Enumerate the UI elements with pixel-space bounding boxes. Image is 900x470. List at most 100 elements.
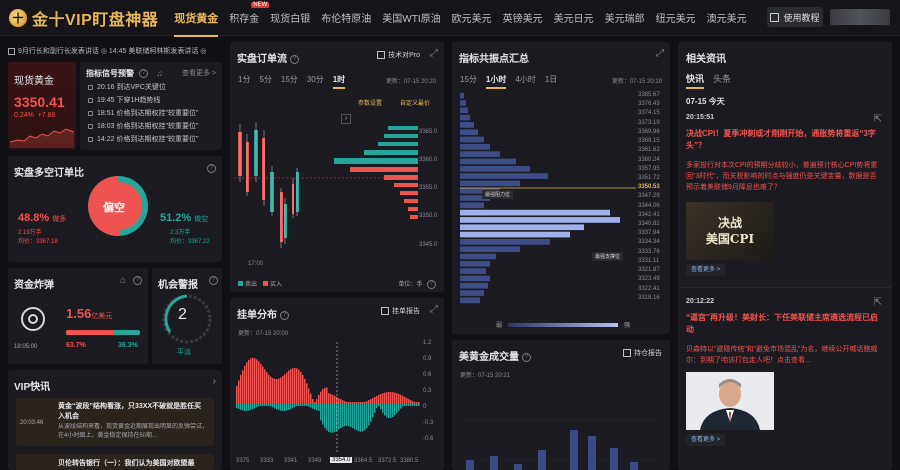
nav-item-spot-gold[interactable]: 现货黄金 <box>174 10 219 37</box>
app-logo[interactable]: 十 金十VIP盯盘神器 <box>9 6 158 30</box>
param-settings-link[interactable]: 参数设置 <box>358 98 382 107</box>
order-dist-bar-down <box>304 404 306 406</box>
help-icon[interactable]: ? <box>133 276 142 285</box>
order-dist-bar-up <box>380 393 382 404</box>
tab-30m[interactable]: 30分 <box>307 74 324 89</box>
nav-item-audusd[interactable]: 澳元美元 <box>707 10 747 25</box>
indicator-resonance-panel: 指标共振点汇总 ⤢ 15分 1小时 4小时 1日 更新：07-15 20:19 … <box>452 42 670 334</box>
signal-row[interactable]: 20:16 到达VPC关键位 <box>88 82 166 92</box>
bell-icon[interactable]: ♫ <box>156 69 162 78</box>
order-dist-bar-up <box>398 393 400 404</box>
news-time: 20:12:22 <box>686 298 715 305</box>
tab-flash[interactable]: 快讯 <box>686 72 705 89</box>
expand-icon[interactable]: ⤢ <box>430 48 438 59</box>
custom-price-link[interactable]: 自定义最价 <box>400 98 430 107</box>
news-image-cpi[interactable]: 决战 美国CPI <box>686 202 774 260</box>
help-icon[interactable]: ? <box>522 352 531 362</box>
user-account[interactable] <box>830 9 890 25</box>
order-dist-bar-up <box>364 402 366 404</box>
nav-item-nzdusd[interactable]: 纽元美元 <box>656 10 696 25</box>
nav-item-gbpusd[interactable]: 英镑美元 <box>503 10 543 25</box>
nav-item-usdchf[interactable]: 美元瑞郎 <box>605 10 645 25</box>
short-pct: 51.2% 做空 <box>160 212 208 224</box>
signal-row[interactable]: 18:03 价格到达期权挂"较重要位" <box>88 121 198 131</box>
order-dist-bar-up <box>324 387 326 404</box>
order-dist-bar-down <box>278 404 280 411</box>
grid <box>460 399 660 461</box>
help-icon[interactable]: ? <box>139 69 149 79</box>
signal-text: 价格到达期权挂"较重要位" <box>116 136 199 143</box>
tab-15m[interactable]: 15分 <box>460 74 477 89</box>
tab-1m[interactable]: 1分 <box>238 74 250 89</box>
expand-icon[interactable]: ⤢ <box>656 48 664 59</box>
order-dist-bar-down <box>416 404 418 406</box>
order-dist-bar-down <box>272 404 274 408</box>
signal-time: 18:51 <box>97 109 115 117</box>
tab-headlines[interactable]: 头条 <box>713 72 731 89</box>
help-icon[interactable]: ? <box>209 276 218 285</box>
home-icon[interactable]: ⌂ <box>120 275 126 286</box>
capital-amount: 1.56亿美元 <box>66 306 112 321</box>
order-dist-bar-up <box>328 393 330 404</box>
tab-1h[interactable]: 1时 <box>332 74 346 89</box>
news-date: 07-15 今天 <box>686 97 725 106</box>
tab-4h[interactable]: 4小时 <box>515 74 535 89</box>
order-dist-bar-down <box>410 404 412 406</box>
order-dist-bar-down <box>318 404 320 411</box>
share-icon[interactable]: ⇱ <box>874 297 882 308</box>
signal-row[interactable]: 18:51 价格到达期权挂"较重要位" <box>88 108 198 118</box>
capital-title: 资金炸弹 <box>14 280 54 291</box>
nav-item-brent[interactable]: 布伦特原油 <box>321 10 371 25</box>
expand-icon[interactable]: ⤢ <box>430 304 438 315</box>
signal-row[interactable]: 14:22 价格到达期权挂"较重要位" <box>88 134 198 144</box>
help-icon[interactable]: ? <box>207 164 216 173</box>
resonance-bar <box>460 122 474 128</box>
tab-5m[interactable]: 5分 <box>259 74 271 89</box>
tech-pro-link[interactable]: 技术对Pro <box>377 50 420 60</box>
tab-1d[interactable]: 1日 <box>545 74 557 89</box>
order-dist-bar-down <box>346 404 348 426</box>
price-level-tick: 3376.43 <box>638 101 660 108</box>
nav-item-gold-accumulation[interactable]: 积存金 NEW <box>229 2 270 25</box>
order-dist-bar-down <box>408 404 410 406</box>
order-dist-bar-up <box>306 383 308 404</box>
order-flow-updated: 更新：07-15 20:20 <box>385 79 436 85</box>
help-icon[interactable]: ? <box>290 54 299 64</box>
news-image-portrait[interactable] <box>686 372 774 430</box>
view-more-link[interactable]: 查看更多 > <box>686 434 726 446</box>
short-hands: 2.3万手 <box>170 230 191 236</box>
nav-item-spot-silver[interactable]: 现货白银 <box>270 10 310 25</box>
order-dist-bar-up <box>368 400 370 404</box>
share-icon[interactable]: ⇱ <box>874 114 882 125</box>
order-dist-bar-up <box>406 397 408 404</box>
order-dist-bar-down <box>412 404 414 406</box>
tab-15m[interactable]: 15分 <box>281 74 298 89</box>
signals-title-text: 指标信号预警 <box>86 69 134 78</box>
ticker-text: 9月行长和副行长发表讲话 ◎ 14:45 美联储柯林斯发表讲话 ◎ <box>18 48 207 55</box>
signals-more-link[interactable]: 查看更多 > <box>182 68 216 78</box>
nav-item-eurusd[interactable]: 欧元美元 <box>452 10 492 25</box>
order-book-bars <box>334 126 418 219</box>
event-ticker[interactable]: 9月行长和副行长发表讲话 ◎ 14:45 美联储柯林斯发表讲话 ◎ <box>8 44 222 58</box>
view-more-link[interactable]: 查看更多 > <box>686 264 726 276</box>
nav-item-usdjpy[interactable]: 美元日元 <box>554 10 594 25</box>
tutorial-button[interactable]: 使用教程 <box>767 7 823 27</box>
vip-news-item[interactable]: 20:03:46 黄金“波段”结构看涨，只33XX不破就是胜任买入机会 从波段结… <box>16 398 214 446</box>
news-headline[interactable]: 决战CPI！夏季冲刺或才刚刚开始，通胀势将重返“3字头”？ <box>686 128 882 152</box>
position-report-link[interactable]: 持仓报告 <box>623 348 662 358</box>
order-dist-bar-up <box>412 401 414 404</box>
order-dist-bar-up <box>356 402 358 404</box>
spot-gold-card[interactable]: 现货黄金 3350.41 0.24% +7.88 <box>8 62 76 150</box>
news-headline[interactable]: “逼宫”再升级！美财长：下任美联储主席遴选流程已启动 <box>686 312 882 336</box>
order-dist-bar-down <box>386 404 388 418</box>
nav-item-wti[interactable]: 美国WTI原油 <box>382 10 440 25</box>
tab-1h[interactable]: 1小时 <box>485 74 507 89</box>
order-report-link[interactable]: 挂单报告 <box>381 306 420 316</box>
signal-row[interactable]: 19:45 下穿1H趋势线 <box>88 95 160 105</box>
help-icon[interactable]: ? <box>427 279 436 289</box>
order-dist-bar-down <box>380 404 382 410</box>
help-icon[interactable]: ? <box>280 310 289 320</box>
order-dist-bar-up <box>374 396 376 404</box>
vip-news-item[interactable]: 贝伦转告银行（一）：我们认为美国对欧盟最 <box>16 454 214 470</box>
chevron-right-icon[interactable]: › <box>213 376 216 387</box>
